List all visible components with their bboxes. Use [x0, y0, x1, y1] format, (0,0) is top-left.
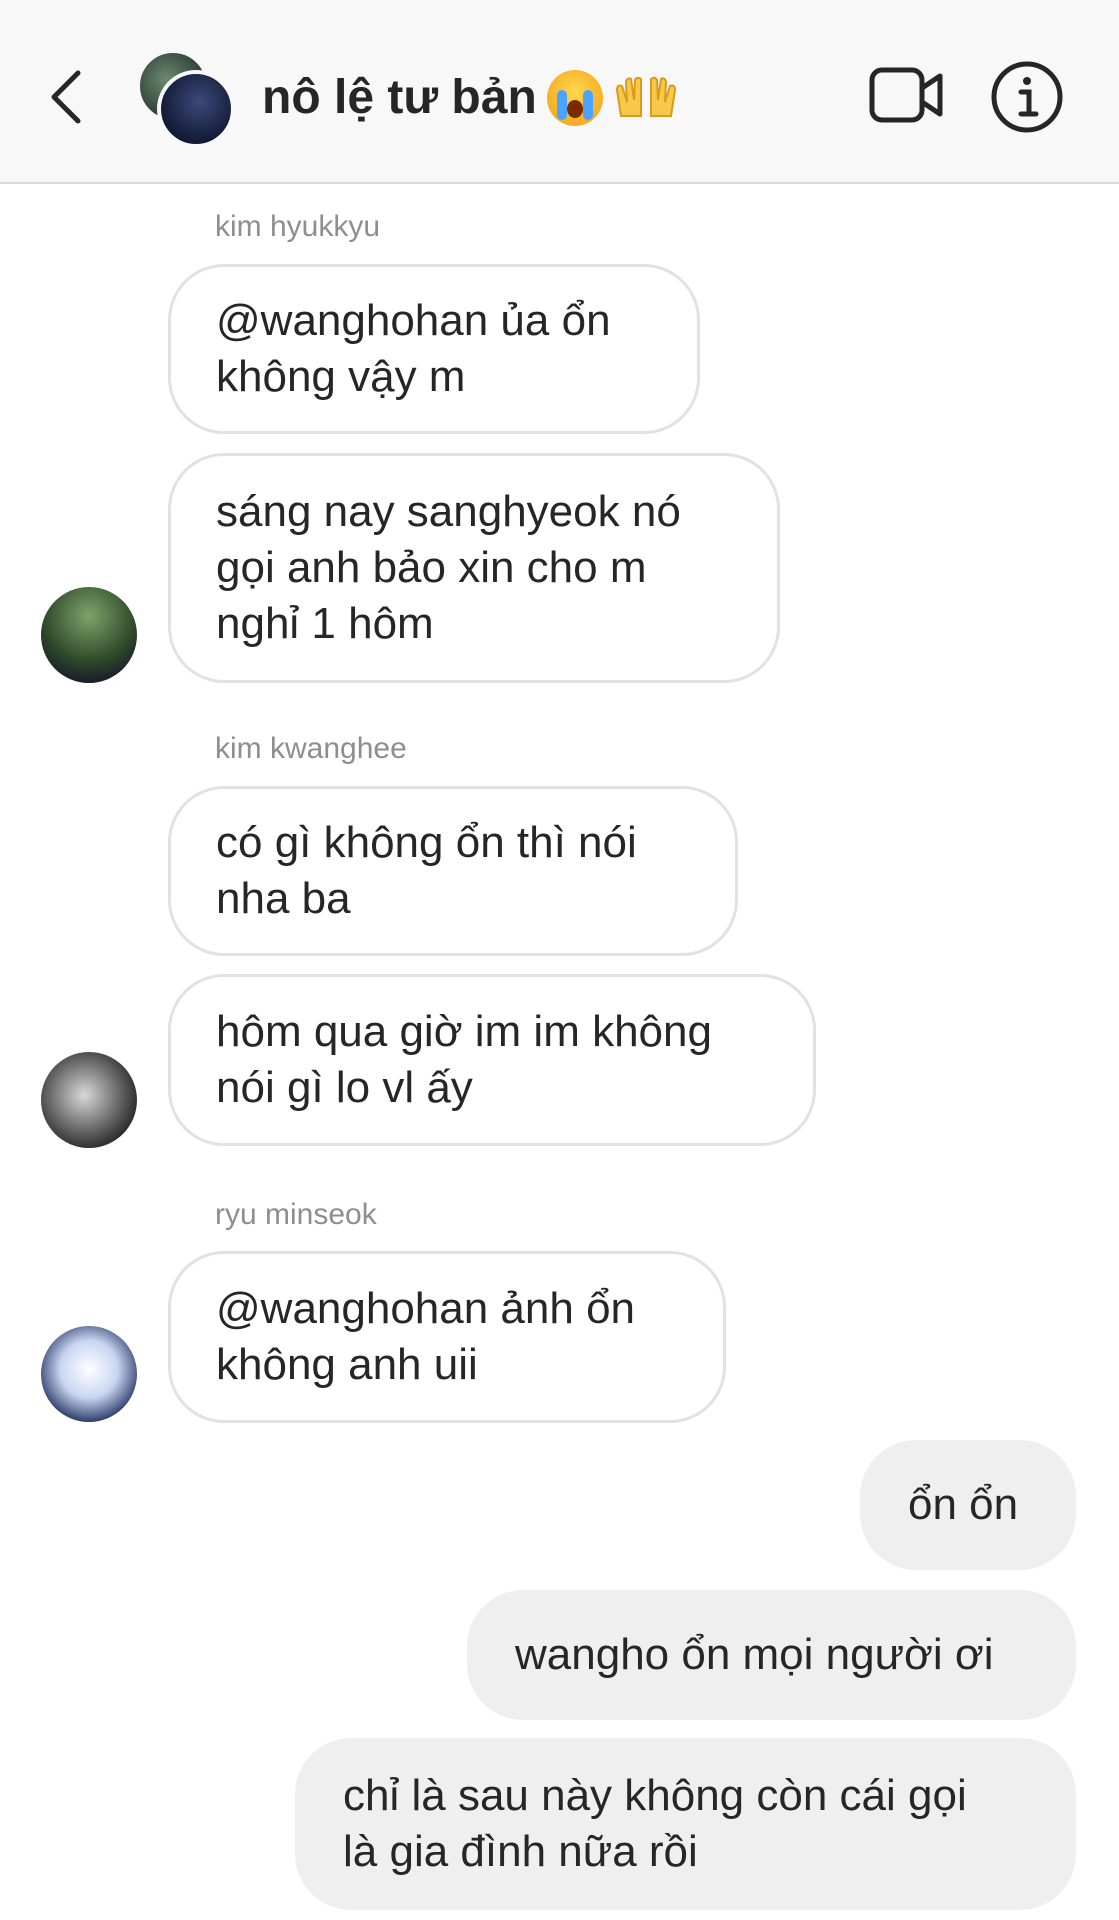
- message-text: hôm qua giờ im im không nói gì lo vl ấy: [216, 1007, 712, 1112]
- chat-title-text: nô lệ tư bản: [262, 71, 537, 124]
- info-button[interactable]: [990, 60, 1064, 134]
- my-message-bubble[interactable]: ổn ổn: [860, 1440, 1076, 1570]
- video-camera-icon: [869, 67, 943, 123]
- chat-header: nô lệ tư bản: [0, 0, 1119, 184]
- message-bubble[interactable]: sáng nay sanghyeok nó gọi anh bảo xin ch…: [168, 453, 780, 683]
- video-call-button[interactable]: [868, 64, 944, 128]
- my-message-bubble[interactable]: wangho ổn mọi người ơi: [467, 1590, 1076, 1720]
- sender-name: ryu minseok: [215, 1198, 377, 1231]
- back-button[interactable]: [38, 58, 92, 136]
- message-bubble[interactable]: @wanghohan ảnh ổn không anh uii: [168, 1251, 726, 1423]
- group-avatar[interactable]: [137, 50, 235, 148]
- message-bubble[interactable]: @wanghohan ủa ổn không vậy m: [168, 264, 700, 434]
- message-bubble[interactable]: có gì không ổn thì nói nha ba: [168, 786, 738, 956]
- message-text: có gì không ổn thì nói nha ba: [216, 818, 637, 923]
- message-bubble[interactable]: hôm qua giờ im im không nói gì lo vl ấy: [168, 974, 816, 1146]
- loudly-crying-face-icon: [546, 70, 603, 126]
- avatar[interactable]: [41, 587, 137, 683]
- group-avatar-front: [157, 70, 235, 148]
- message-text: @wanghohan ủa ổn không vậy m: [216, 296, 611, 401]
- message-text: wangho ổn mọi người ơi: [515, 1630, 994, 1679]
- message-text: ổn ổn: [908, 1480, 1019, 1529]
- raising-hands-icon: [615, 76, 676, 117]
- my-message-bubble[interactable]: chỉ là sau này không còn cái gọi là gia …: [295, 1738, 1076, 1910]
- avatar[interactable]: [41, 1052, 137, 1148]
- message-text: @wanghohan ảnh ổn không anh uii: [216, 1284, 636, 1389]
- message-text: sáng nay sanghyeok nó gọi anh bảo xin ch…: [216, 487, 681, 648]
- chevron-left-icon: [51, 70, 81, 124]
- sender-name: kim kwanghee: [215, 732, 407, 765]
- chat-title[interactable]: nô lệ tư bản: [262, 64, 679, 132]
- sender-name: kim hyukkyu: [215, 210, 381, 243]
- avatar[interactable]: [41, 1326, 137, 1422]
- info-icon: [991, 61, 1063, 133]
- message-text: chỉ là sau này không còn cái gọi là gia …: [343, 1771, 967, 1876]
